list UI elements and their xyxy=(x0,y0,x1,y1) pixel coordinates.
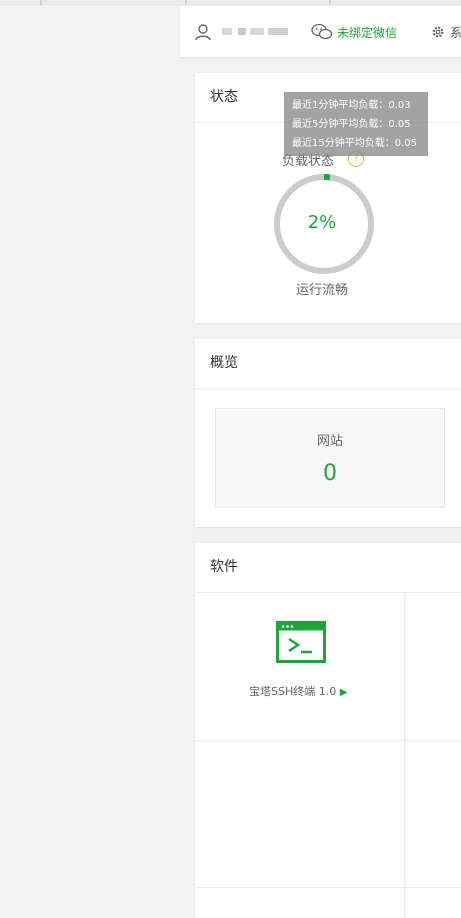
wechat-bind-link[interactable]: 未绑定微信 xyxy=(337,24,397,41)
strip-tick xyxy=(40,0,42,5)
grid-divider xyxy=(404,593,405,918)
tooltip-line-5m: 最近5分钟平均负载：0.05 xyxy=(292,119,411,130)
tooltip-line-15m: 最近15分钟平均负载：0.05 xyxy=(292,138,417,149)
strip-tick xyxy=(329,0,331,5)
play-icon[interactable]: ▶ xyxy=(340,687,348,698)
overview-title: 概览 xyxy=(195,339,461,389)
gear-icon[interactable] xyxy=(431,24,445,38)
overview-panel: 概览 网站 0 xyxy=(195,339,461,527)
software-item-ssh-terminal[interactable]: 宝塔SSH终端 1.0 ▶ xyxy=(249,683,347,699)
wechat-icon[interactable] xyxy=(311,23,333,41)
grid-divider xyxy=(195,887,461,888)
load-tooltip: 最近1分钟平均负载：0.03 最近5分钟平均负载：0.05 最近15分钟平均负载… xyxy=(284,92,428,156)
user-icon[interactable] xyxy=(194,23,212,41)
tooltip-line-1m: 最近1分钟平均负载：0.03 xyxy=(292,100,411,111)
grid-divider xyxy=(195,740,461,741)
top-header-bar: 未绑定微信 系 xyxy=(180,6,461,57)
terminal-icon[interactable] xyxy=(276,621,326,663)
software-title: 软件 xyxy=(195,543,461,593)
load-status-text: 运行流畅 xyxy=(295,283,348,298)
settings-link[interactable]: 系 xyxy=(450,24,461,41)
software-item-label: 宝塔SSH终端 1.0 xyxy=(249,685,337,698)
load-percent: 2% xyxy=(307,212,337,233)
username-mask xyxy=(220,25,290,39)
site-card[interactable]: 网站 0 xyxy=(215,408,445,508)
software-panel: 软件 宝塔SSH终端 1.0 ▶ xyxy=(195,543,461,918)
strip-tick xyxy=(185,0,187,5)
site-label: 网站 xyxy=(316,434,343,449)
site-count[interactable]: 0 xyxy=(216,461,444,486)
